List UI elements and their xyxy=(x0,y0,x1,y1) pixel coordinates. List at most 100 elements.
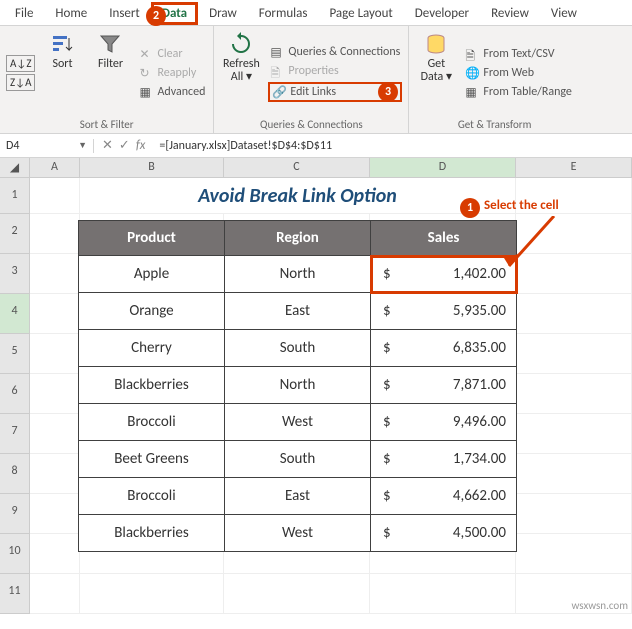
tab-home[interactable]: Home xyxy=(44,2,98,25)
table-row[interactable]: BlackberriesNorth$7,871.00 xyxy=(79,367,517,404)
row-header-6[interactable]: 6 xyxy=(0,374,30,414)
table-row[interactable]: BroccoliEast$4,662.00 xyxy=(79,478,517,515)
cell-sales[interactable]: $4,500.00 xyxy=(371,515,517,552)
tab-formulas[interactable]: Formulas xyxy=(248,2,319,25)
tab-file[interactable]: File xyxy=(4,2,44,25)
advanced-filter-button[interactable]: ▦Advanced xyxy=(137,84,207,100)
row-header-3[interactable]: 3 xyxy=(0,254,30,294)
fx-icon[interactable]: fx xyxy=(136,138,146,153)
properties-button: 🗎Properties xyxy=(268,63,402,79)
annotation-badge-2: 2 xyxy=(146,6,166,26)
sort-button[interactable]: Sort xyxy=(41,30,83,116)
cell-region[interactable]: South xyxy=(225,441,371,478)
col-header-c[interactable]: C xyxy=(224,158,370,178)
sort-za-icon[interactable]: Z↓A xyxy=(6,74,35,91)
cell-region[interactable]: South xyxy=(225,330,371,367)
table-row[interactable]: BlackberriesWest$4,500.00 xyxy=(79,515,517,552)
cell-region[interactable]: West xyxy=(225,515,371,552)
cell-region[interactable]: North xyxy=(225,367,371,404)
cell-product[interactable]: Cherry xyxy=(79,330,225,367)
cell-product[interactable]: Broccoli xyxy=(79,404,225,441)
namebox-dropdown-icon[interactable]: ▼ xyxy=(78,140,87,151)
tab-insert[interactable]: Insert xyxy=(98,2,151,25)
header-product: Product xyxy=(79,221,225,256)
formula-input[interactable]: =[January.xlsx]Dataset!$D$4:$D$11 xyxy=(153,139,632,153)
tab-view[interactable]: View xyxy=(540,2,588,25)
name-box[interactable]: D4▼ xyxy=(0,139,94,153)
col-header-a[interactable]: A xyxy=(30,158,80,178)
edit-links-icon: 🔗 xyxy=(272,85,286,99)
header-region: Region xyxy=(225,221,371,256)
get-data-button[interactable]: Get Data ▾ xyxy=(415,30,457,116)
col-header-b[interactable]: B xyxy=(80,158,224,178)
row-header-11[interactable]: 11 xyxy=(0,574,30,614)
get-data-label: Get Data ▾ xyxy=(417,58,455,84)
group-get-transform: Get Data ▾ 🗎From Text/CSV 🌐From Web ▦Fro… xyxy=(409,26,580,133)
cell-sales[interactable]: $1,402.00 xyxy=(371,256,517,293)
filter-icon xyxy=(98,32,122,56)
get-data-icon xyxy=(424,32,448,56)
tab-review[interactable]: Review xyxy=(480,2,540,25)
cell-sales[interactable]: $1,734.00 xyxy=(371,441,517,478)
filter-button[interactable]: Filter xyxy=(89,30,131,116)
table-row[interactable]: AppleNorth$1,402.00 xyxy=(79,256,517,293)
row-header-9[interactable]: 9 xyxy=(0,494,30,534)
filter-label: Filter xyxy=(98,58,123,71)
col-header-e[interactable]: E xyxy=(516,158,632,178)
col-header-d[interactable]: D xyxy=(370,158,516,178)
table-row[interactable]: CherrySouth$6,835.00 xyxy=(79,330,517,367)
clear-filter-button: ✕Clear xyxy=(137,46,207,62)
refresh-label: Refresh All ▾ xyxy=(222,58,260,84)
annotation-select-cell: Select the cell xyxy=(484,198,559,213)
group-queries-connections: Refresh All ▾ ▤Queries & Connections 🗎Pr… xyxy=(214,26,409,133)
cell-product[interactable]: Broccoli xyxy=(79,478,225,515)
table-row[interactable]: Beet GreensSouth$1,734.00 xyxy=(79,441,517,478)
cell-sales[interactable]: $6,835.00 xyxy=(371,330,517,367)
sheet-title: Avoid Break Link Option xyxy=(80,178,516,214)
header-sales: Sales xyxy=(371,221,517,256)
row-header-1[interactable]: 1 xyxy=(0,178,30,214)
cell-sales[interactable]: $5,935.00 xyxy=(371,293,517,330)
cell-region[interactable]: West xyxy=(225,404,371,441)
from-table-range-button[interactable]: ▦From Table/Range xyxy=(463,84,574,100)
tab-page-layout[interactable]: Page Layout xyxy=(318,2,403,25)
cancel-formula-icon[interactable]: ✕ xyxy=(102,138,113,153)
row-header-8[interactable]: 8 xyxy=(0,454,30,494)
sort-icon xyxy=(50,32,74,56)
cell-sales[interactable]: $9,496.00 xyxy=(371,404,517,441)
worksheet[interactable]: ◢ A B C D E 1 Avoid Break Link Option 2 … xyxy=(0,158,632,614)
from-text-csv-button[interactable]: 🗎From Text/CSV xyxy=(463,46,574,62)
cell-product[interactable]: Orange xyxy=(79,293,225,330)
group-label-queries: Queries & Connections xyxy=(220,116,402,131)
select-all-corner[interactable]: ◢ xyxy=(0,158,30,178)
cell-product[interactable]: Blackberries xyxy=(79,367,225,404)
tab-developer[interactable]: Developer xyxy=(404,2,480,25)
sort-az-icon[interactable]: A↓Z xyxy=(6,55,35,72)
cell-product[interactable]: Blackberries xyxy=(79,515,225,552)
annotation-badge-3: 3 xyxy=(378,82,398,102)
row-header-4[interactable]: 4 xyxy=(0,294,30,334)
row-header-2[interactable]: 2 xyxy=(0,214,30,254)
row-header-7[interactable]: 7 xyxy=(0,414,30,454)
row-header-5[interactable]: 5 xyxy=(0,334,30,374)
table-row[interactable]: BroccoliWest$9,496.00 xyxy=(79,404,517,441)
table-row[interactable]: OrangeEast$5,935.00 xyxy=(79,293,517,330)
accept-formula-icon[interactable]: ✓ xyxy=(119,138,130,153)
cell-sales[interactable]: $4,662.00 xyxy=(371,478,517,515)
refresh-icon xyxy=(229,32,253,56)
reapply-button: ↻Reapply xyxy=(137,65,207,81)
cell-region[interactable]: North xyxy=(225,256,371,293)
tab-draw[interactable]: Draw xyxy=(198,2,248,25)
refresh-all-button[interactable]: Refresh All ▾ xyxy=(220,30,262,116)
cell-region[interactable]: East xyxy=(225,293,371,330)
ribbon: A↓Z Z↓A Sort Filter ✕Clear ↻Reapply ▦Adv… xyxy=(0,26,632,134)
cell-region[interactable]: East xyxy=(225,478,371,515)
cell-sales[interactable]: $7,871.00 xyxy=(371,367,517,404)
cell-product[interactable]: Beet Greens xyxy=(79,441,225,478)
from-web-button[interactable]: 🌐From Web xyxy=(463,65,574,81)
queries-connections-button[interactable]: ▤Queries & Connections xyxy=(268,44,402,60)
row-header-10[interactable]: 10 xyxy=(0,534,30,574)
cell-product[interactable]: Apple xyxy=(79,256,225,293)
watermark: wsxwsn.com xyxy=(572,599,629,612)
data-table: Product Region Sales AppleNorth$1,402.00… xyxy=(78,220,517,552)
